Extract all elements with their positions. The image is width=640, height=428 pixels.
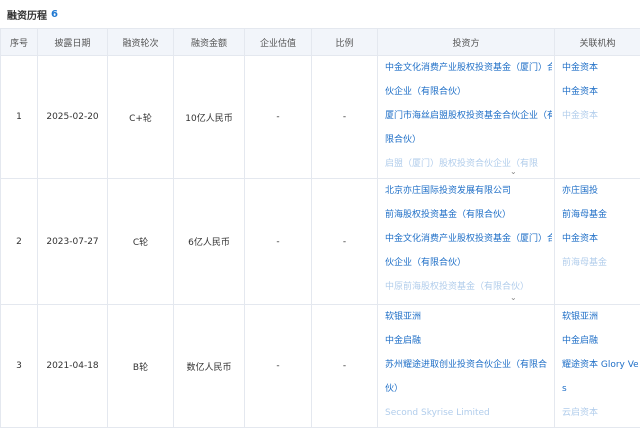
table-row: 1 2025-02-20 C+轮 10亿人民币 - - 中金文化消费产业股权投资…: [1, 56, 640, 179]
row-index: 1: [1, 56, 38, 179]
related-cell: 亦庄国投 前海母基金 中金资本 前海母基金: [555, 179, 640, 305]
related-link[interactable]: 中金资本: [562, 227, 638, 251]
related-link[interactable]: 前海母基金: [562, 203, 638, 227]
row-valuation: -: [245, 56, 312, 179]
investor-link[interactable]: 中金文化消费产业股权投资基金（厦门）合: [385, 56, 552, 80]
row-ratio: -: [312, 305, 378, 428]
row-date: 2023-07-27: [38, 179, 108, 305]
col-header-investors: 投资方: [378, 29, 555, 56]
col-header-amount: 融资金额: [174, 29, 245, 56]
related-link[interactable]: 中金资本: [562, 104, 638, 128]
investor-link[interactable]: Second Skyrise Limited: [385, 401, 552, 425]
related-link[interactable]: 中金资本: [562, 80, 638, 104]
investor-link[interactable]: 北京亦庄国际投资发展有限公司: [385, 179, 552, 203]
chevron-down-icon[interactable]: ⌄: [510, 293, 517, 303]
row-ratio: -: [312, 56, 378, 179]
col-header-ratio: 比例: [312, 29, 378, 56]
table-row: 2 2023-07-27 C轮 6亿人民币 - - 北京亦庄国际投资发展有限公司…: [1, 179, 640, 305]
related-cell: 软银亚洲 中金启融 耀途资本 Glory Venture s 云启资本: [555, 305, 640, 428]
investor-link[interactable]: 伙企业（有限合伙）: [385, 80, 552, 104]
related-link[interactable]: 耀途资本 Glory Venture: [562, 353, 638, 377]
col-header-round: 融资轮次: [108, 29, 174, 56]
investor-link[interactable]: 伙企业（有限合伙）: [385, 251, 552, 275]
investor-link[interactable]: 伙）: [385, 377, 552, 401]
chevron-down-icon[interactable]: ⌄: [510, 167, 517, 177]
related-link[interactable]: 软银亚洲: [562, 305, 638, 329]
related-link[interactable]: 亦庄国投: [562, 179, 638, 203]
investors-cell: 软银亚洲 中金启融 苏州耀途进取创业投资合伙企业（有限合 伙） Second S…: [378, 305, 555, 428]
table-header-row: 序号 披露日期 融资轮次 融资金额 企业估值 比例 投资方 关联机构: [1, 29, 640, 56]
related-link[interactable]: 中金启融: [562, 329, 638, 353]
investor-link[interactable]: 前海股权投资基金（有限合伙）: [385, 203, 552, 227]
related-link[interactable]: s: [562, 377, 638, 401]
col-header-related: 关联机构: [555, 29, 640, 56]
investor-link[interactable]: 启盟（厦门）股权投资合伙企业（有限: [385, 152, 552, 176]
investor-link[interactable]: 厦门市海丝启盟股权投资基金合伙企业（有: [385, 104, 552, 128]
investor-link[interactable]: 苏州耀途进取创业投资合伙企业（有限合: [385, 353, 552, 377]
financing-history-table: 序号 披露日期 融资轮次 融资金额 企业估值 比例 投资方 关联机构 1 202…: [0, 28, 640, 428]
row-amount: 6亿人民币: [174, 179, 245, 305]
investor-link[interactable]: 限合伙）: [385, 128, 552, 152]
related-link[interactable]: 中金资本: [562, 56, 638, 80]
row-index: 3: [1, 305, 38, 428]
investor-link[interactable]: 软银亚洲: [385, 305, 552, 329]
investor-link[interactable]: 中金文化消费产业股权投资基金（厦门）合: [385, 227, 552, 251]
row-date: 2025-02-20: [38, 56, 108, 179]
row-ratio: -: [312, 179, 378, 305]
row-valuation: -: [245, 179, 312, 305]
section-title: 融资历程: [7, 7, 47, 22]
col-header-date: 披露日期: [38, 29, 108, 56]
row-round: B轮: [108, 305, 174, 428]
row-valuation: -: [245, 305, 312, 428]
row-amount: 数亿人民币: [174, 305, 245, 428]
row-date: 2021-04-18: [38, 305, 108, 428]
investors-cell: 中金文化消费产业股权投资基金（厦门）合 伙企业（有限合伙） 厦门市海丝启盟股权投…: [378, 56, 555, 179]
record-count-badge: 6: [51, 9, 58, 20]
row-round: C+轮: [108, 56, 174, 179]
investors-cell: 北京亦庄国际投资发展有限公司 前海股权投资基金（有限合伙） 中金文化消费产业股权…: [378, 179, 555, 305]
col-header-valuation: 企业估值: [245, 29, 312, 56]
investor-link[interactable]: 中原前海股权投资基金（有限合伙）: [385, 275, 552, 299]
section-header: 融资历程 6: [0, 0, 640, 28]
row-index: 2: [1, 179, 38, 305]
row-amount: 10亿人民币: [174, 56, 245, 179]
row-round: C轮: [108, 179, 174, 305]
related-cell: 中金资本 中金资本 中金资本: [555, 56, 640, 179]
col-header-index: 序号: [1, 29, 38, 56]
related-link[interactable]: 前海母基金: [562, 251, 638, 275]
related-link[interactable]: 云启资本: [562, 401, 638, 425]
investor-link[interactable]: 中金启融: [385, 329, 552, 353]
table-row: 3 2021-04-18 B轮 数亿人民币 - - 软银亚洲 中金启融 苏州耀途…: [1, 305, 640, 428]
